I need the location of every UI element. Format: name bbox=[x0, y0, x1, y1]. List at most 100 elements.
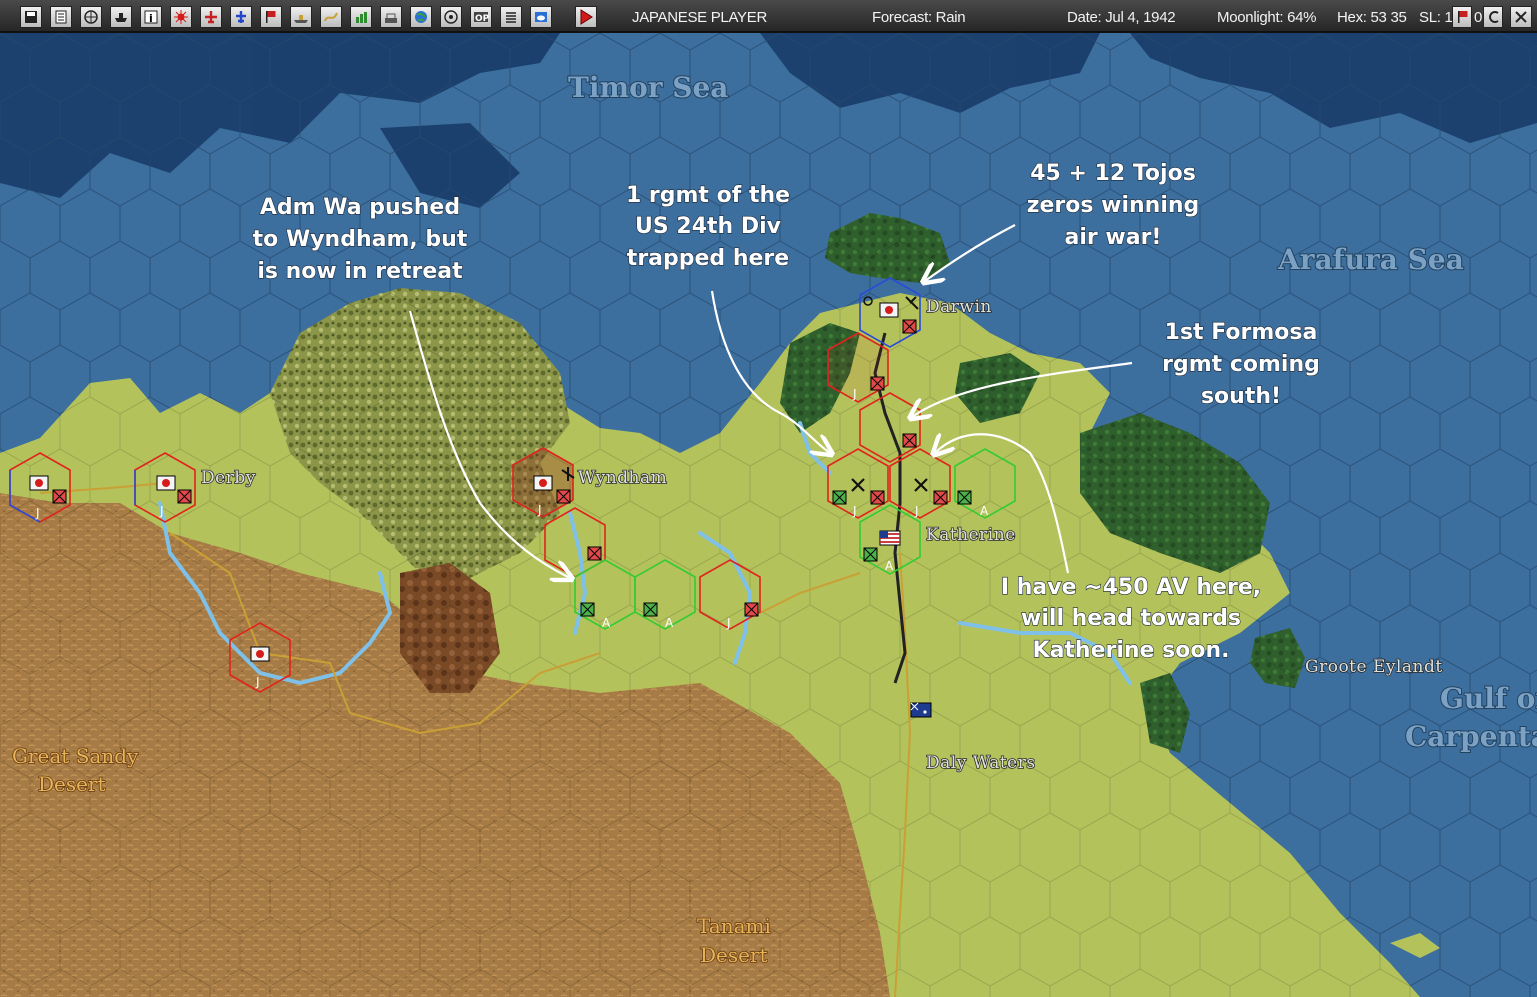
place-label-wyndham[interactable]: Wyndham bbox=[577, 467, 667, 489]
document-button[interactable] bbox=[50, 6, 72, 28]
list-icon bbox=[506, 12, 516, 23]
allied-unit[interactable] bbox=[863, 547, 878, 562]
svg-text:45 + 12 Tojos: 45 + 12 Tojos bbox=[1030, 161, 1196, 186]
clear-button[interactable] bbox=[1483, 6, 1503, 28]
japanese-unit[interactable] bbox=[870, 490, 885, 505]
japanese-unit[interactable] bbox=[902, 433, 917, 448]
svg-text:south!: south! bbox=[1201, 384, 1281, 409]
svg-text:will head towards: will head towards bbox=[1021, 606, 1241, 631]
place-label-katherine[interactable]: Katherine bbox=[925, 524, 1016, 546]
rising-sun-icon bbox=[174, 10, 188, 24]
australian-flag-icon[interactable] bbox=[910, 702, 932, 718]
strategic-map[interactable]: JJ JJ AA JJ JJ AA Timor Sea Arafura Sea … bbox=[0, 33, 1537, 997]
place-label-derby[interactable]: Derby bbox=[200, 467, 256, 489]
svg-text:J: J bbox=[726, 616, 731, 630]
svg-text:A: A bbox=[980, 504, 989, 518]
base-button[interactable] bbox=[380, 6, 402, 28]
document-icon bbox=[55, 10, 67, 24]
plane-icon bbox=[205, 11, 217, 24]
svg-text:i: i bbox=[149, 12, 153, 25]
flag-icon bbox=[1458, 11, 1468, 23]
sea-label-arafura: Arafura Sea bbox=[1277, 243, 1464, 276]
op-icon: OP bbox=[474, 12, 489, 24]
allied-unit[interactable] bbox=[580, 602, 595, 617]
japanese-unit[interactable] bbox=[533, 475, 553, 491]
place-label-groote-eylandt[interactable]: Groote Eylandt bbox=[1304, 656, 1443, 678]
japanese-unit[interactable] bbox=[744, 602, 759, 617]
base-icon bbox=[385, 13, 397, 23]
weather-button[interactable] bbox=[530, 6, 552, 28]
japanese-unit[interactable] bbox=[29, 475, 49, 491]
rising-sun-button[interactable] bbox=[170, 6, 192, 28]
chart-button[interactable] bbox=[350, 6, 372, 28]
svg-text:J: J bbox=[852, 504, 857, 518]
route-button[interactable] bbox=[320, 6, 342, 28]
info-button[interactable]: i bbox=[140, 6, 162, 28]
japanese-unit[interactable] bbox=[879, 302, 899, 318]
moonlight-label: Moonlight: 64% bbox=[1217, 9, 1317, 26]
plane-button[interactable] bbox=[200, 6, 222, 28]
globe-button[interactable] bbox=[410, 6, 432, 28]
svg-text:J: J bbox=[35, 506, 40, 520]
network-button[interactable] bbox=[440, 6, 462, 28]
japanese-unit[interactable] bbox=[902, 319, 917, 334]
svg-text:J: J bbox=[537, 503, 542, 517]
japanese-unit[interactable] bbox=[587, 546, 602, 561]
forecast-label: Forecast: Rain bbox=[872, 9, 966, 26]
japanese-unit[interactable] bbox=[250, 646, 270, 662]
annotation-av: I have ~450 AV here, will head towards K… bbox=[1000, 574, 1261, 663]
play-button[interactable] bbox=[575, 6, 597, 28]
desert-label-great-sandy-2: Desert bbox=[38, 772, 106, 796]
shipgroup-button[interactable] bbox=[110, 6, 132, 28]
allied-unit[interactable] bbox=[957, 490, 972, 505]
save-icon bbox=[25, 11, 37, 23]
desert-label-tanami-2: Desert bbox=[700, 943, 768, 967]
annotation-us-24th: 1 rgmt of the US 24th Div trapped here bbox=[625, 182, 790, 271]
info-icon: i bbox=[144, 10, 158, 25]
flag-button[interactable] bbox=[260, 6, 282, 28]
op-button[interactable]: OP bbox=[470, 6, 492, 28]
ship-icon bbox=[294, 15, 308, 23]
japanese-unit[interactable] bbox=[52, 489, 67, 504]
desert-label-tanami-1: Tanami bbox=[697, 914, 771, 938]
globe-icon bbox=[415, 11, 427, 23]
airgroup-icon bbox=[84, 10, 98, 24]
c-icon bbox=[1489, 11, 1499, 23]
svg-text:to Wyndham, but: to Wyndham, but bbox=[253, 227, 468, 252]
place-label-daly-waters[interactable]: Daly Waters bbox=[925, 752, 1036, 774]
game-window: i OP JAPANESE PLAYER Forecast: Rain Date:… bbox=[0, 0, 1537, 997]
desert-label-great-sandy-1: Great Sandy bbox=[12, 744, 139, 768]
fighter-button[interactable] bbox=[230, 6, 252, 28]
toolbar: i OP JAPANESE PLAYER Forecast: Rain Date:… bbox=[0, 0, 1537, 33]
allied-unit[interactable] bbox=[832, 490, 847, 505]
svg-text:J: J bbox=[852, 387, 857, 401]
sea-label-carpentaria: Carpentaria bbox=[1405, 720, 1537, 753]
shipgroup-icon bbox=[115, 13, 127, 22]
svg-text:air war!: air war! bbox=[1065, 225, 1162, 250]
save-button[interactable] bbox=[20, 6, 42, 28]
place-label-darwin[interactable]: Darwin bbox=[925, 296, 992, 318]
end-turn-button[interactable] bbox=[1452, 6, 1472, 28]
svg-text:1st Formosa: 1st Formosa bbox=[1165, 320, 1318, 345]
japanese-unit[interactable] bbox=[556, 489, 571, 504]
airgroup-button[interactable] bbox=[80, 6, 102, 28]
japanese-unit[interactable] bbox=[156, 475, 176, 491]
sea-label-gulf: Gulf of bbox=[1440, 682, 1537, 715]
close-button[interactable] bbox=[1510, 6, 1532, 28]
svg-text:OP: OP bbox=[475, 14, 489, 24]
japanese-unit[interactable] bbox=[870, 376, 885, 391]
japanese-unit[interactable] bbox=[177, 489, 192, 504]
svg-text:US 24th Div: US 24th Div bbox=[635, 214, 782, 239]
svg-text:trapped here: trapped here bbox=[627, 246, 789, 271]
flag-icon bbox=[266, 11, 276, 23]
close-icon bbox=[1515, 11, 1527, 23]
svg-text:J: J bbox=[914, 504, 919, 518]
allied-unit[interactable] bbox=[643, 602, 658, 617]
us-flag-icon[interactable] bbox=[879, 530, 901, 546]
japanese-unit[interactable] bbox=[933, 490, 948, 505]
fighter-icon bbox=[236, 11, 246, 23]
svg-text:J: J bbox=[159, 504, 164, 518]
sl-trail-label: 0 bbox=[1474, 9, 1483, 26]
ship-button[interactable] bbox=[290, 6, 312, 28]
list-button[interactable] bbox=[500, 6, 522, 28]
